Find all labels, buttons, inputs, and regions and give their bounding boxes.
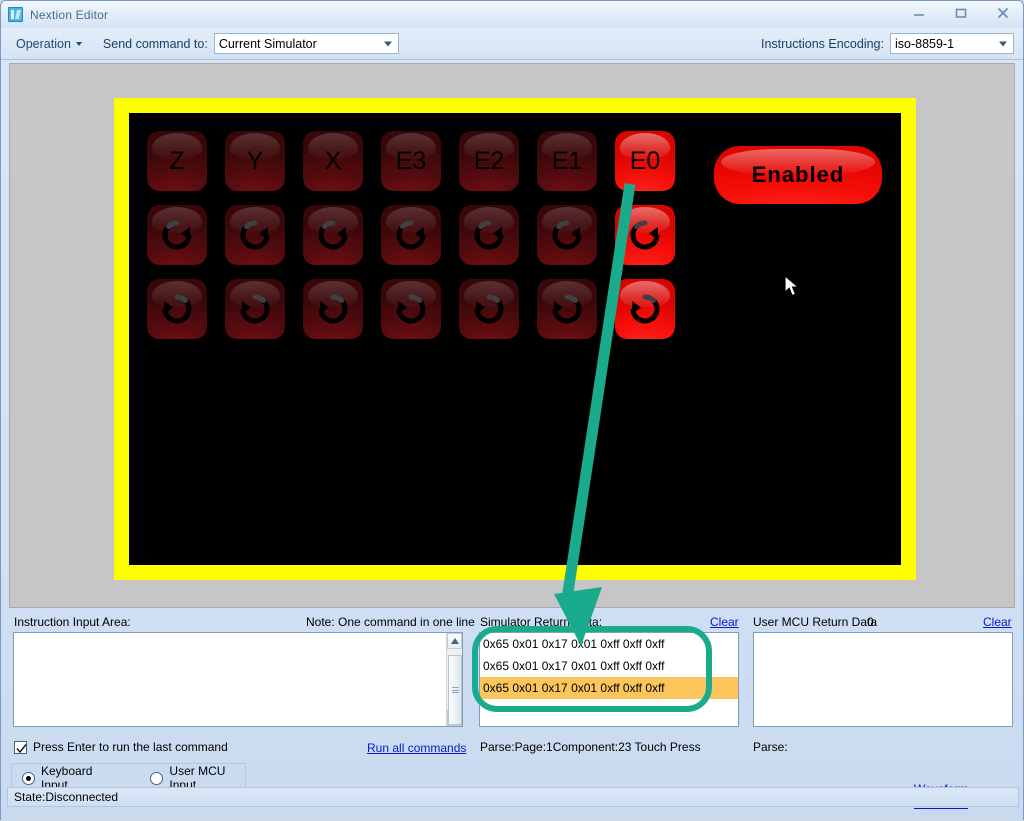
simulator-return-parse: Parse:Page:1Component:23 Touch Press: [480, 740, 701, 754]
sim-button-rotate-clockwise-6[interactable]: [615, 205, 675, 265]
simulator-canvas-area: E0 E1 E2 E3 X Y Z Enabled: [9, 63, 1015, 608]
list-item[interactable]: 0x65 0x01 0x17 0x01 0xff 0xff 0xff: [480, 633, 738, 655]
mcu-return-parse: Parse:: [753, 740, 788, 754]
radio-dot-icon: [150, 771, 164, 785]
status-bar: State:Disconnected: [7, 787, 1019, 807]
rotate-clockwise-icon: [381, 205, 441, 265]
scroll-thumb[interactable]: [448, 655, 462, 725]
scroll-up-icon[interactable]: [447, 633, 462, 649]
press-enter-checkbox-row[interactable]: Press Enter to run the last command: [14, 740, 228, 754]
rotate-counterclockwise-icon: [615, 279, 675, 339]
rotate-counterclockwise-icon: [459, 279, 519, 339]
send-command-label: Send command to:: [102, 36, 208, 51]
sim-button-rotate-counterclockwise-1[interactable]: [225, 279, 285, 339]
sim-button-rotate-counterclockwise-3[interactable]: [381, 279, 441, 339]
sim-button-rotate-clockwise-2[interactable]: [303, 205, 363, 265]
enabled-button-label: Enabled: [751, 162, 845, 187]
rotate-clockwise-icon: [303, 205, 363, 265]
simulator-screen[interactable]: E0 E1 E2 E3 X Y Z Enabled: [129, 113, 901, 565]
sim-button-rotate-counterclockwise-2[interactable]: [303, 279, 363, 339]
toolbar: Operation Send command to: Current Simul…: [1, 28, 1023, 60]
sim-button-rotate-clockwise-1[interactable]: [225, 205, 285, 265]
sim-button-rotate-clockwise-3[interactable]: [381, 205, 441, 265]
run-all-commands-link[interactable]: Run all commands: [367, 741, 466, 755]
send-command-value: Current Simulator: [218, 36, 317, 51]
sim-button-e2[interactable]: E2: [459, 131, 519, 191]
sim-button-e1[interactable]: E1: [537, 131, 597, 191]
simulator-return-list[interactable]: 0x65 0x01 0x17 0x01 0xff 0xff 0xff 0x65 0…: [479, 632, 739, 727]
list-item[interactable]: 0x65 0x01 0x17 0x01 0xff 0xff 0xff: [480, 677, 738, 699]
encoding-label: Instructions Encoding:: [761, 36, 884, 51]
encoding-value: iso-8859-1: [895, 36, 955, 51]
simulator-return-count: 3: [582, 615, 589, 629]
instruction-input-scrollbar[interactable]: [446, 633, 462, 726]
press-enter-checkbox-label: Press Enter to run the last command: [33, 740, 228, 754]
sim-button-rotate-counterclockwise-6[interactable]: [615, 279, 675, 339]
mcu-return-clear-link[interactable]: Clear: [983, 615, 1012, 629]
rotate-counterclockwise-icon: [303, 279, 363, 339]
radio-dot-icon: [22, 771, 35, 785]
window-controls: [905, 3, 1017, 23]
instruction-input-container: [13, 632, 463, 727]
minimize-icon[interactable]: [905, 3, 933, 23]
status-text: State:Disconnected: [14, 790, 119, 804]
sim-button-e0[interactable]: E0: [615, 131, 675, 191]
rotate-counterclockwise-icon: [381, 279, 441, 339]
mouse-cursor-icon: [784, 275, 800, 297]
chevron-down-icon: [75, 41, 82, 46]
title-bar: Nextion Editor: [1, 1, 1023, 28]
sim-button-e3[interactable]: E3: [381, 131, 441, 191]
operation-menu-button[interactable]: Operation: [13, 35, 85, 53]
maximize-icon[interactable]: [947, 3, 975, 23]
window-title: Nextion Editor: [30, 7, 109, 22]
rotate-clockwise-icon: [225, 205, 285, 265]
encoding-group: Instructions Encoding: iso-8859-1: [761, 33, 1014, 54]
sim-button-rotate-clockwise-4[interactable]: [459, 205, 519, 265]
encoding-select[interactable]: iso-8859-1: [890, 33, 1014, 54]
grip-lines-icon: [451, 686, 459, 695]
instruction-area-title: Instruction Input Area:: [14, 615, 131, 629]
sim-button-label: E3: [395, 146, 427, 175]
chevron-down-icon: [999, 41, 1007, 46]
sim-button-label: Y: [246, 146, 264, 175]
instruction-note: Note: One command in one line: [306, 615, 475, 629]
instruction-input[interactable]: [14, 633, 447, 726]
operation-menu-label: Operation: [16, 36, 71, 51]
rotate-clockwise-icon: [459, 205, 519, 265]
sim-button-label: X: [324, 146, 342, 175]
sim-button-y[interactable]: Y: [225, 131, 285, 191]
rotate-clockwise-icon: [147, 205, 207, 265]
sim-button-x[interactable]: X: [303, 131, 363, 191]
mcu-return-count: 0: [867, 615, 874, 629]
close-icon[interactable]: [989, 3, 1017, 23]
list-item[interactable]: 0x65 0x01 0x17 0x01 0xff 0xff 0xff: [480, 655, 738, 677]
nextion-logo-icon: [8, 7, 23, 22]
enabled-button[interactable]: Enabled: [714, 146, 882, 204]
rotate-clockwise-icon: [615, 205, 675, 265]
checkmark-icon: [16, 743, 27, 753]
sim-button-label: Z: [169, 146, 185, 175]
sim-button-label: E2: [473, 146, 505, 175]
rotate-counterclockwise-icon: [225, 279, 285, 339]
mcu-return-title: User MCU Return Data: [753, 615, 878, 629]
rotate-clockwise-icon: [537, 205, 597, 265]
press-enter-checkbox[interactable]: [14, 740, 27, 754]
sim-button-z[interactable]: Z: [147, 131, 207, 191]
send-command-select[interactable]: Current Simulator: [213, 33, 399, 54]
sim-button-rotate-counterclockwise-4[interactable]: [459, 279, 519, 339]
rotate-counterclockwise-icon: [147, 279, 207, 339]
nextion-editor-window: Nextion Editor Operation Send command to…: [0, 0, 1024, 820]
sim-button-label: E0: [629, 146, 661, 175]
sim-button-label: E1: [551, 146, 583, 175]
chevron-down-icon: [383, 41, 392, 46]
sim-button-rotate-clockwise-0[interactable]: [147, 205, 207, 265]
simulator-return-clear-link[interactable]: Clear: [710, 615, 739, 629]
rotate-counterclockwise-icon: [537, 279, 597, 339]
sim-button-rotate-clockwise-5[interactable]: [537, 205, 597, 265]
device-bezel: E0 E1 E2 E3 X Y Z Enabled: [114, 98, 916, 580]
mcu-return-list[interactable]: [753, 632, 1013, 727]
sim-button-rotate-counterclockwise-0[interactable]: [147, 279, 207, 339]
sim-button-rotate-counterclockwise-5[interactable]: [537, 279, 597, 339]
